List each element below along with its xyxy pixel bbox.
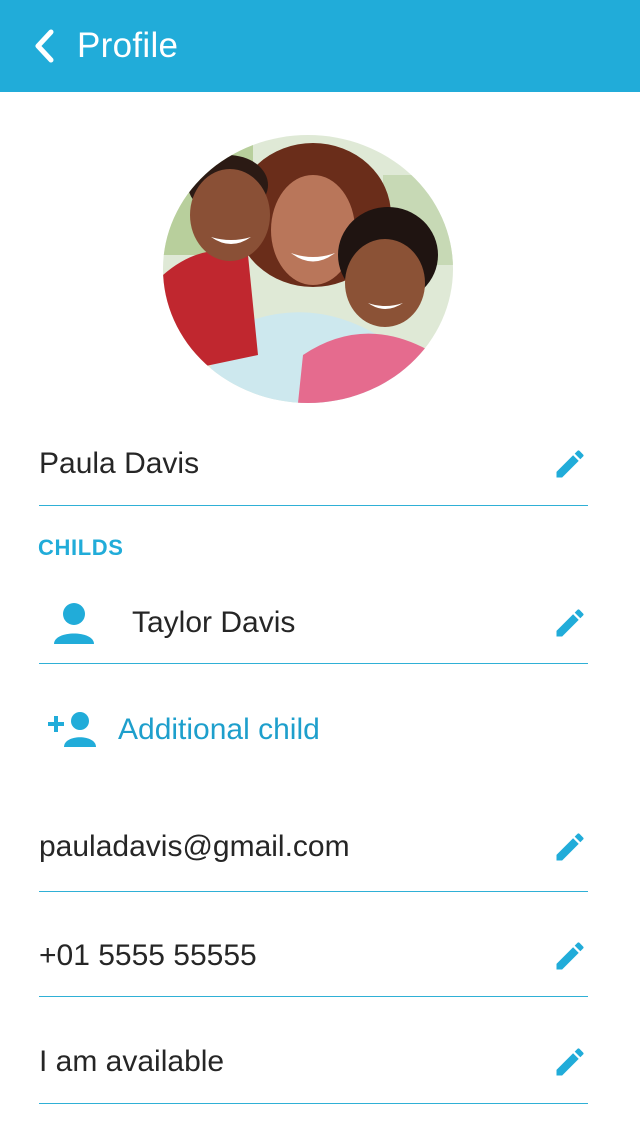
phone-value: +01 5555 55555 bbox=[39, 939, 257, 972]
add-child-button[interactable]: Additional child bbox=[46, 706, 320, 754]
pencil-icon bbox=[556, 450, 584, 478]
edit-email-button[interactable] bbox=[552, 829, 588, 865]
edit-phone-button[interactable] bbox=[552, 938, 588, 974]
add-person-icon bbox=[48, 712, 96, 747]
children-section-label: CHILDS bbox=[38, 535, 124, 560]
chevron-left-icon bbox=[35, 29, 54, 63]
pencil-icon bbox=[556, 609, 584, 637]
pencil-icon bbox=[556, 1048, 584, 1076]
edit-name-button[interactable] bbox=[552, 446, 588, 482]
email-value: pauladavis@gmail.com bbox=[39, 830, 350, 863]
status-row: I am available bbox=[39, 1023, 588, 1104]
email-row: pauladavis@gmail.com bbox=[39, 810, 588, 892]
name-row: Paula Davis bbox=[39, 425, 588, 506]
phone-row: +01 5555 55555 bbox=[39, 917, 588, 997]
page-title: Profile bbox=[77, 26, 179, 65]
child-name: Taylor Davis bbox=[132, 606, 296, 639]
edit-child-button[interactable] bbox=[552, 605, 588, 641]
back-button[interactable] bbox=[26, 26, 62, 66]
pencil-icon bbox=[556, 833, 584, 861]
profile-photo[interactable] bbox=[163, 135, 453, 403]
person-icon bbox=[54, 603, 94, 644]
child-row[interactable]: Taylor Davis bbox=[39, 586, 588, 664]
profile-name: Paula Davis bbox=[39, 447, 200, 480]
app-header: Profile bbox=[0, 0, 640, 92]
status-value: I am available bbox=[39, 1045, 225, 1078]
add-child-label: Additional child bbox=[118, 713, 320, 746]
pencil-icon bbox=[556, 942, 584, 970]
edit-status-button[interactable] bbox=[552, 1044, 588, 1080]
